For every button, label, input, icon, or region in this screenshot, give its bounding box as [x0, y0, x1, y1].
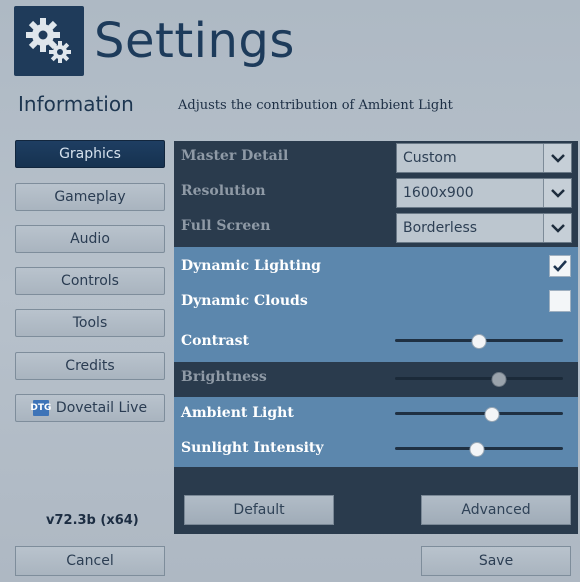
master-detail-label: Master Detail: [181, 147, 289, 164]
nav-label: Dovetail Live: [55, 400, 148, 416]
slider-thumb[interactable]: [471, 334, 487, 349]
sunlight-intensity-slider[interactable]: [395, 442, 563, 457]
full-screen-select[interactable]: Borderless: [396, 213, 572, 243]
version-label: v72.3b (x64): [46, 513, 139, 528]
ambient-light-label: Ambient Light: [181, 404, 294, 421]
default-button[interactable]: Default: [184, 495, 334, 525]
master-detail-select[interactable]: Custom: [396, 143, 572, 173]
dynamic-lighting-label: Dynamic Lighting: [181, 257, 321, 274]
button-label: Advanced: [461, 502, 531, 518]
nav-label: Tools: [72, 315, 108, 331]
select-value: Custom: [403, 150, 457, 166]
nav-tools-button[interactable]: Tools: [15, 309, 165, 337]
contrast-slider[interactable]: [395, 334, 563, 349]
resolution-label: Resolution: [181, 182, 266, 199]
brightness-slider[interactable]: [395, 372, 563, 387]
cancel-button[interactable]: Cancel: [15, 546, 165, 576]
slider-track: [395, 377, 563, 380]
dovetail-live-icon: DTG: [30, 400, 51, 416]
slider-track: [395, 412, 563, 415]
chevron-down-icon: [543, 214, 571, 242]
slider-thumb[interactable]: [491, 372, 507, 387]
full-screen-label: Full Screen: [181, 217, 271, 234]
brightness-label: Brightness: [181, 368, 267, 385]
contrast-label: Contrast: [181, 332, 249, 349]
dynamic-clouds-checkbox[interactable]: [549, 290, 571, 312]
slider-thumb[interactable]: [469, 442, 485, 457]
nav-audio-button[interactable]: Audio: [15, 225, 165, 253]
dynamic-lighting-checkbox[interactable]: [549, 255, 571, 277]
nav-label: Credits: [65, 358, 115, 374]
nav-label: Controls: [61, 273, 119, 289]
checkmark-icon: [553, 260, 567, 272]
ambient-light-slider[interactable]: [395, 407, 563, 422]
resolution-select[interactable]: 1600x900: [396, 178, 572, 208]
dynamic-clouds-label: Dynamic Clouds: [181, 292, 308, 309]
nav-graphics-button[interactable]: Graphics: [15, 140, 165, 168]
nav-label: Gameplay: [54, 189, 126, 205]
nav-label: Graphics: [59, 146, 121, 162]
select-value: 1600x900: [403, 185, 474, 201]
setting-description: Adjusts the contribution of Ambient Ligh…: [178, 98, 453, 113]
settings-header: Settings: [14, 4, 295, 78]
save-button[interactable]: Save: [421, 546, 571, 576]
row-dynamic-lighting: Dynamic Lighting: [174, 248, 578, 283]
gears-icon: [14, 6, 84, 76]
chevron-down-icon: [543, 144, 571, 172]
nav-controls-button[interactable]: Controls: [15, 267, 165, 295]
chevron-down-icon: [543, 179, 571, 207]
button-label: Save: [478, 553, 514, 569]
sunlight-intensity-label: Sunlight Intensity: [181, 439, 324, 456]
select-value: Borderless: [403, 220, 478, 236]
information-label: Information: [18, 92, 134, 116]
button-label: Default: [233, 502, 285, 518]
nav-label: Audio: [70, 231, 110, 247]
button-label: Cancel: [66, 553, 114, 569]
advanced-button[interactable]: Advanced: [421, 495, 571, 525]
slider-thumb[interactable]: [484, 407, 500, 422]
page-title: Settings: [94, 13, 295, 69]
row-dynamic-clouds: Dynamic Clouds: [174, 283, 578, 318]
nav-credits-button[interactable]: Credits: [15, 352, 165, 380]
nav-gameplay-button[interactable]: Gameplay: [15, 183, 165, 211]
settings-panel: Master Detail Custom Resolution 1600x900…: [174, 141, 578, 534]
nav-dovetail-live-button[interactable]: DTG Dovetail Live: [15, 394, 165, 422]
